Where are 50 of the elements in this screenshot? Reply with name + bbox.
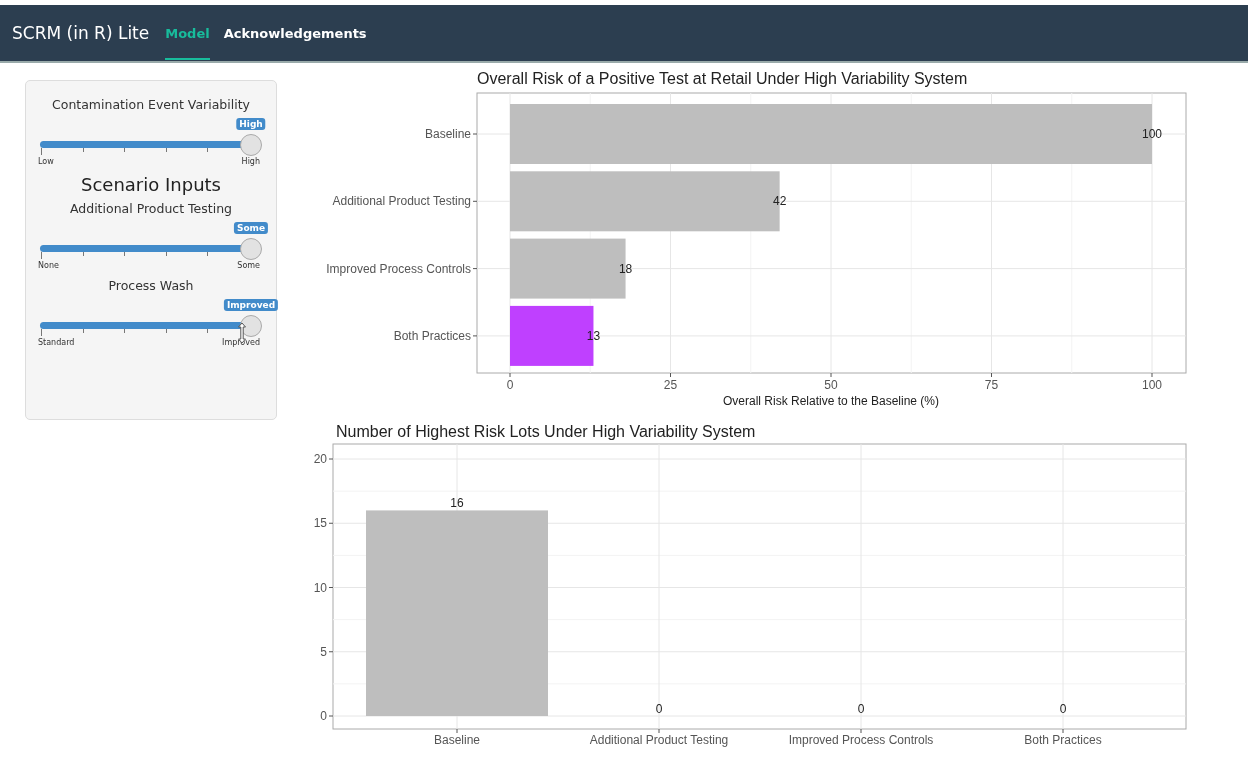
axis-label: Both Practices (1024, 733, 1102, 747)
tick-label: 0 (320, 709, 327, 723)
tick-label: 0 (506, 378, 514, 392)
slider-value: Some (233, 222, 269, 234)
data-label: 18 (618, 261, 633, 276)
slider-max-label: High (241, 157, 260, 166)
slider[interactable] (40, 134, 262, 156)
nav-tab[interactable]: Model (165, 6, 210, 60)
slider[interactable] (40, 315, 262, 337)
data-label: 13 (586, 328, 601, 343)
slider-min-label: Standard (38, 338, 75, 347)
slider-label: Additional Product Testing (68, 201, 234, 216)
axis-label: Baseline (424, 127, 471, 141)
nav-tab[interactable]: Acknowledgements (223, 6, 367, 60)
data-label: 0 (857, 702, 865, 716)
tick-label: 20 (313, 452, 327, 466)
tick-label: 100 (1142, 378, 1162, 392)
slider-value: High (236, 118, 266, 130)
axis-label: Improved Process Controls (788, 733, 934, 747)
data-label: 0 (1059, 702, 1067, 716)
axis-label: Additional Product Testing (332, 194, 471, 209)
app-title: SCRM (in R) Lite (12, 23, 150, 43)
slider-thumb[interactable] (240, 238, 262, 260)
slider-min-label: None (38, 261, 59, 270)
axis-label: Baseline (434, 733, 480, 747)
tick-label: 10 (313, 580, 327, 595)
tick-label: 5 (320, 644, 327, 659)
slider-value: Improved (223, 299, 279, 311)
chart-title: Number of Highest Risk Lots Under High Variability System (336, 423, 756, 440)
slider-label: Process Wash (107, 278, 195, 293)
tick-label: 75 (984, 378, 999, 392)
axis-title: Overall Risk Relative to the Baseline (%) (722, 394, 940, 408)
data-label: 16 (450, 496, 464, 511)
tick-label: 15 (313, 516, 327, 531)
slider-min-label: Low (38, 157, 54, 166)
slider-max-label: Improved (222, 338, 260, 347)
section-heading: Scenario Inputs (80, 174, 222, 195)
axis-label: Both Practices (393, 328, 471, 343)
tick-label: 50 (824, 378, 838, 392)
axis-label: Improved Process Controls (326, 261, 471, 276)
slider-thumb[interactable] (240, 134, 262, 156)
axis-label: Additional Product Testing (589, 733, 729, 747)
data-label: 0 (655, 702, 663, 716)
data-label: 42 (772, 194, 787, 209)
slider[interactable] (40, 238, 262, 260)
data-label: 100 (1142, 127, 1162, 141)
slider-label: Contamination Event Variability (51, 97, 251, 112)
chart-title: Overall Risk of a Positive Test at Retail Under High Variability System (477, 70, 968, 87)
slider-max-label: Some (237, 261, 260, 270)
tick-label: 25 (663, 378, 678, 392)
